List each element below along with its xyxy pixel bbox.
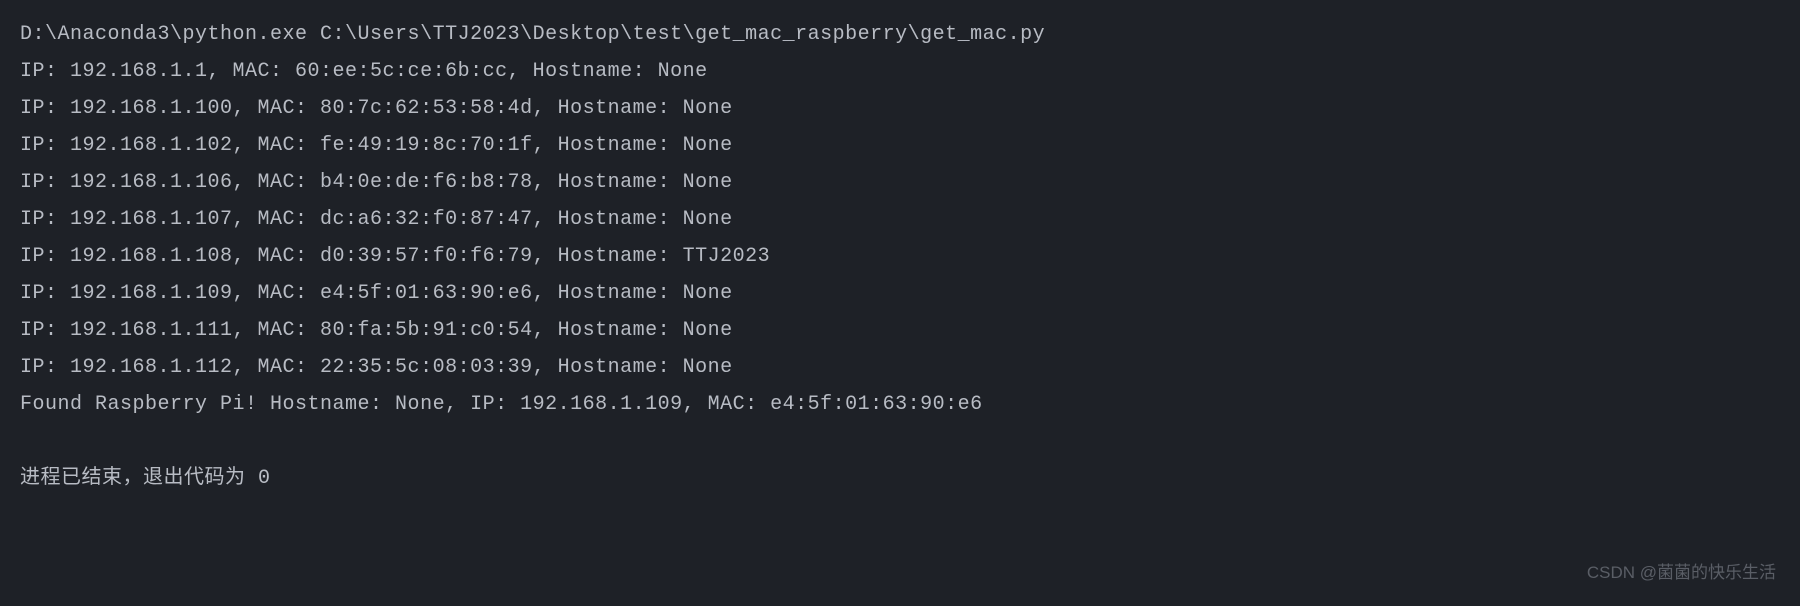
output-entry: IP: 192.168.1.100, MAC: 80:7c:62:53:58:4… (20, 90, 1780, 127)
output-entry: IP: 192.168.1.111, MAC: 80:fa:5b:91:c0:5… (20, 312, 1780, 349)
blank-line (20, 423, 1780, 460)
output-entry: IP: 192.168.1.108, MAC: d0:39:57:f0:f6:7… (20, 238, 1780, 275)
found-raspberry-line: Found Raspberry Pi! Hostname: None, IP: … (20, 386, 1780, 423)
output-entry: IP: 192.168.1.102, MAC: fe:49:19:8c:70:1… (20, 127, 1780, 164)
output-entry: IP: 192.168.1.112, MAC: 22:35:5c:08:03:3… (20, 349, 1780, 386)
exit-message: 进程已结束，退出代码为 0 (20, 460, 1780, 497)
output-entry: IP: 192.168.1.109, MAC: e4:5f:01:63:90:e… (20, 275, 1780, 312)
output-entry: IP: 192.168.1.107, MAC: dc:a6:32:f0:87:4… (20, 201, 1780, 238)
output-entries: IP: 192.168.1.1, MAC: 60:ee:5c:ce:6b:cc,… (20, 53, 1780, 386)
watermark: CSDN @菌菌的快乐生活 (1587, 557, 1776, 588)
command-line: D:\Anaconda3\python.exe C:\Users\TTJ2023… (20, 16, 1780, 53)
output-entry: IP: 192.168.1.106, MAC: b4:0e:de:f6:b8:7… (20, 164, 1780, 201)
output-entry: IP: 192.168.1.1, MAC: 60:ee:5c:ce:6b:cc,… (20, 53, 1780, 90)
